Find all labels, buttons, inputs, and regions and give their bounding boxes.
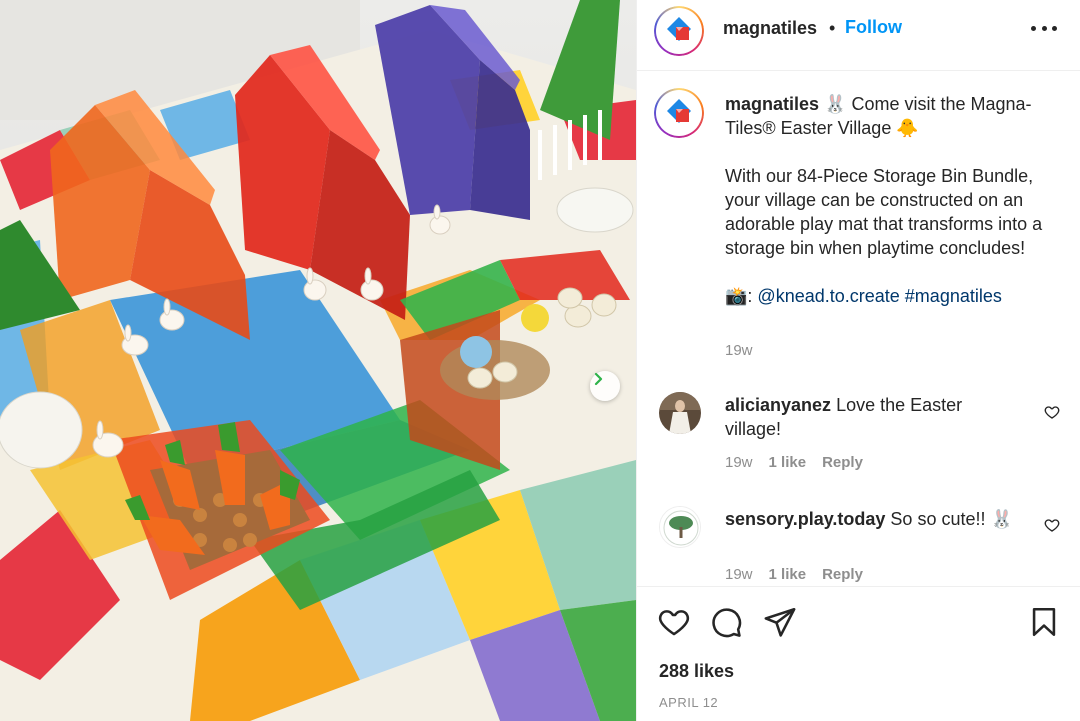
comment-timestamp[interactable]: 19w [725, 454, 753, 471]
photo-illustration [0, 0, 636, 721]
caption-timestamp[interactable]: 19w [725, 342, 753, 359]
hashtag-link[interactable]: #magnatiles [905, 286, 1002, 306]
magnatiles-logo-icon [667, 99, 691, 123]
separator-dot: • [829, 18, 836, 38]
author-username[interactable]: magnatiles [723, 18, 817, 39]
comment-timestamp[interactable]: 19w [725, 566, 753, 583]
reply-button[interactable]: Reply [822, 454, 863, 471]
post-side-panel: magnatiles • Follow magnatiles 🐰 Come vi… [636, 0, 1080, 721]
post-actions: 288 likes APRIL 12 [637, 586, 1080, 721]
commenter-avatar[interactable] [659, 506, 701, 548]
post-date[interactable]: APRIL 12 [659, 695, 718, 710]
comment-icon[interactable] [709, 605, 743, 639]
comment-meta: 19w 1 like Reply [725, 454, 863, 471]
like-comment-heart-icon[interactable] [1044, 404, 1060, 420]
tree-logo-icon [660, 507, 700, 547]
comment-username[interactable]: alicianyanez [725, 395, 831, 415]
comment-likes[interactable]: 1 like [769, 454, 807, 471]
post-photo[interactable] [0, 0, 636, 721]
comments-scroll-area[interactable]: magnatiles 🐰 Come visit the Magna-Tiles®… [637, 72, 1080, 586]
caption-username[interactable]: magnatiles [725, 94, 819, 114]
author-avatar[interactable] [654, 6, 704, 56]
comment-body: So so cute!! 🐰 [890, 509, 1013, 529]
comment-likes[interactable]: 1 like [769, 566, 807, 583]
magnatiles-logo-icon [667, 17, 691, 41]
caption-author-avatar[interactable] [654, 88, 704, 138]
caption-line-2: With our 84-Piece Storage Bin Bundle, yo… [725, 166, 1043, 258]
comment-meta: 19w 1 like Reply [725, 566, 863, 583]
post-header: magnatiles • Follow [637, 0, 1080, 71]
follow-button[interactable]: Follow [845, 17, 902, 38]
likes-count[interactable]: 288 likes [659, 661, 734, 682]
post-caption: magnatiles 🐰 Come visit the Magna-Tiles®… [725, 92, 1055, 308]
reply-button[interactable]: Reply [822, 566, 863, 583]
chevron-right-icon [594, 372, 603, 386]
share-icon[interactable] [763, 605, 797, 639]
more-horizontal-icon[interactable] [1031, 18, 1057, 38]
commenter-avatar[interactable] [659, 392, 701, 434]
comment-text: alicianyanez Love the Easter village! [725, 393, 1015, 441]
heart-icon[interactable] [657, 605, 691, 639]
comment-username[interactable]: sensory.play.today [725, 509, 885, 529]
like-comment-heart-icon[interactable] [1044, 517, 1060, 533]
caption-photo-credit-prefix: 📸: [725, 286, 758, 306]
mention-link[interactable]: @knead.to.create [757, 286, 899, 306]
comment-text: sensory.play.today So so cute!! 🐰 [725, 507, 1015, 531]
avatar-photo-icon [659, 392, 701, 434]
next-photo-button[interactable] [590, 371, 620, 401]
bookmark-icon[interactable] [1027, 605, 1061, 639]
